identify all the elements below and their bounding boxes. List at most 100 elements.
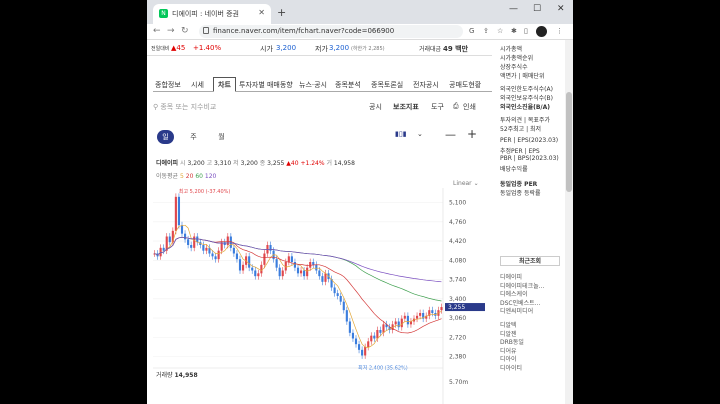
recent-item[interactable]: 디아이티 xyxy=(500,363,522,372)
candle-body xyxy=(193,236,196,248)
tab-price[interactable]: 시세 xyxy=(191,80,204,90)
period-month-button[interactable]: 월 xyxy=(213,130,230,144)
y-tick-label: 5,100 xyxy=(449,200,466,207)
price-chart[interactable]: 5,100 4,760 4,420 4,080 3,740 3,400 3,060 2,720… xyxy=(147,188,492,404)
ohlc-change: ▲40 xyxy=(286,160,299,167)
info-item: 추정PER | EPS xyxy=(500,148,540,155)
indicator-button[interactable]: 보조지표 xyxy=(393,102,419,112)
recent-header: 최근조회 xyxy=(500,256,560,266)
google-icon[interactable]: G xyxy=(469,27,474,35)
zoom-in-icon[interactable]: + xyxy=(467,127,477,141)
volume-value: 14,958 xyxy=(174,372,198,379)
tab-summary[interactable]: 종합정보 xyxy=(155,80,181,90)
candle-body xyxy=(202,245,205,251)
address-bar: ← → ↻ finance.naver.com/item/fchart.nave… xyxy=(147,24,573,40)
candle-type-icon[interactable]: ▮▯▮ xyxy=(395,130,407,138)
candle-body xyxy=(321,276,324,282)
print-button[interactable]: 인쇄 xyxy=(463,102,476,112)
candle-body xyxy=(263,253,266,265)
candle-body xyxy=(364,347,367,356)
candle-body xyxy=(336,293,339,296)
candle-body xyxy=(376,330,379,339)
notice-button[interactable]: 공시 xyxy=(369,102,382,112)
close-window-button[interactable]: ✕ xyxy=(557,4,565,14)
print-icon[interactable]: ⎙ xyxy=(453,102,459,111)
zoom-out-icon[interactable]: — xyxy=(445,128,456,141)
profile-avatar[interactable] xyxy=(536,26,547,37)
y-tick-label: 2,720 xyxy=(449,334,466,341)
sidebar-icon[interactable]: ▯ xyxy=(524,27,528,35)
tab-chart[interactable]: 차트 xyxy=(213,77,236,92)
search-placeholder: 종목 또는 지수비교 xyxy=(160,103,217,111)
period-week-button[interactable]: 주 xyxy=(185,130,202,144)
menu-icon[interactable]: ⋮ xyxy=(556,27,563,35)
low-label: 저가 xyxy=(315,45,328,53)
volume-label: 거래량 xyxy=(156,372,173,379)
moving-average-legend: 이동평균 5 20 60 120 xyxy=(156,171,216,180)
tab-news[interactable]: 뉴스·공시 xyxy=(299,80,327,90)
lock-icon[interactable] xyxy=(203,27,209,34)
reload-icon[interactable]: ↻ xyxy=(181,26,189,36)
candle-body xyxy=(299,270,303,274)
close-tab-icon[interactable]: ✕ xyxy=(258,8,265,17)
candle-body xyxy=(235,253,239,260)
browser-tab[interactable]: N 디에이피 : 네이버 증권 ✕ xyxy=(153,4,271,24)
vol-label-short: 거 xyxy=(326,160,332,167)
candle-body xyxy=(275,259,278,268)
info-item: 외국인한도주식수(A) xyxy=(500,86,553,93)
forward-icon[interactable]: → xyxy=(167,26,175,36)
url-field[interactable]: finance.naver.com/item/fchart.naver?code… xyxy=(199,25,463,38)
candle-body xyxy=(357,344,361,350)
back-icon[interactable]: ← xyxy=(153,26,161,36)
candle-body xyxy=(400,318,403,328)
open-label-short: 시 xyxy=(180,160,186,167)
candle-body xyxy=(187,239,190,245)
candle-body xyxy=(361,349,364,356)
candle-body xyxy=(309,262,312,268)
compare-search[interactable]: ⚲ 종목 또는 지수비교 xyxy=(153,102,216,112)
candle-body xyxy=(232,247,235,254)
ma-label: 이동평균 xyxy=(156,173,179,180)
quote-bar: 전일대비 ▲45 +1.40% 시가 3,200 저가 3,200 (하한가 2… xyxy=(147,40,492,56)
bookmark-star-icon[interactable]: ☆ xyxy=(497,27,503,35)
ohlc-close: 3,255 xyxy=(267,160,285,167)
tab-title: 디에이피 : 네이버 증권 xyxy=(172,10,239,18)
candle-body xyxy=(217,250,220,260)
y-tick-label: 3,060 xyxy=(449,315,466,322)
candle-body xyxy=(333,287,336,294)
change-pct: +1.40% xyxy=(193,44,222,52)
scale-mode-select[interactable]: Linear ⌄ xyxy=(453,180,479,187)
candle-body xyxy=(348,321,351,333)
tab-short-selling[interactable]: 공매도현황 xyxy=(449,80,481,90)
share-icon[interactable]: ⇪ xyxy=(483,27,489,35)
candle-body xyxy=(419,313,422,316)
chart-svg: 5,100 4,760 4,420 4,080 3,740 3,400 3,060 2,720… xyxy=(153,188,485,404)
tab-discussion[interactable]: 종목토론실 xyxy=(371,80,403,90)
sector-item: 동일업종 등락률 xyxy=(500,190,541,197)
candle-body xyxy=(269,245,272,251)
y-tick-label: 4,420 xyxy=(449,238,466,245)
ohlc-high: 3,310 xyxy=(214,160,232,167)
naver-favicon-icon: N xyxy=(159,9,168,18)
candle-body xyxy=(248,256,251,268)
volume-tick: 5.70m xyxy=(449,379,469,386)
scrollbar[interactable] xyxy=(565,40,573,404)
recent-item[interactable]: 디엔씨미디어 xyxy=(500,306,533,315)
tab-investor[interactable]: 투자자별 매매동향 xyxy=(239,80,293,90)
tab-analysis[interactable]: 종목분석 xyxy=(335,80,361,90)
chevron-down-icon[interactable]: ⌄ xyxy=(417,130,423,138)
tool-button[interactable]: 도구 xyxy=(431,102,444,112)
maximize-button[interactable]: ☐ xyxy=(533,4,541,14)
scrollbar-thumb[interactable] xyxy=(566,92,572,192)
candle-body xyxy=(290,256,293,262)
candle-body xyxy=(159,247,162,257)
extensions-icon[interactable]: ✱ xyxy=(511,27,517,35)
minimize-button[interactable]: — xyxy=(509,4,518,14)
new-tab-button[interactable]: + xyxy=(277,6,286,19)
tab-disclosure[interactable]: 전자공시 xyxy=(413,80,439,90)
period-day-button[interactable]: 일 xyxy=(157,130,174,144)
open-label: 시가 xyxy=(260,45,273,53)
ohlc-low: 3,200 xyxy=(240,160,258,167)
candle-body xyxy=(281,270,284,277)
candle-body xyxy=(241,264,245,271)
